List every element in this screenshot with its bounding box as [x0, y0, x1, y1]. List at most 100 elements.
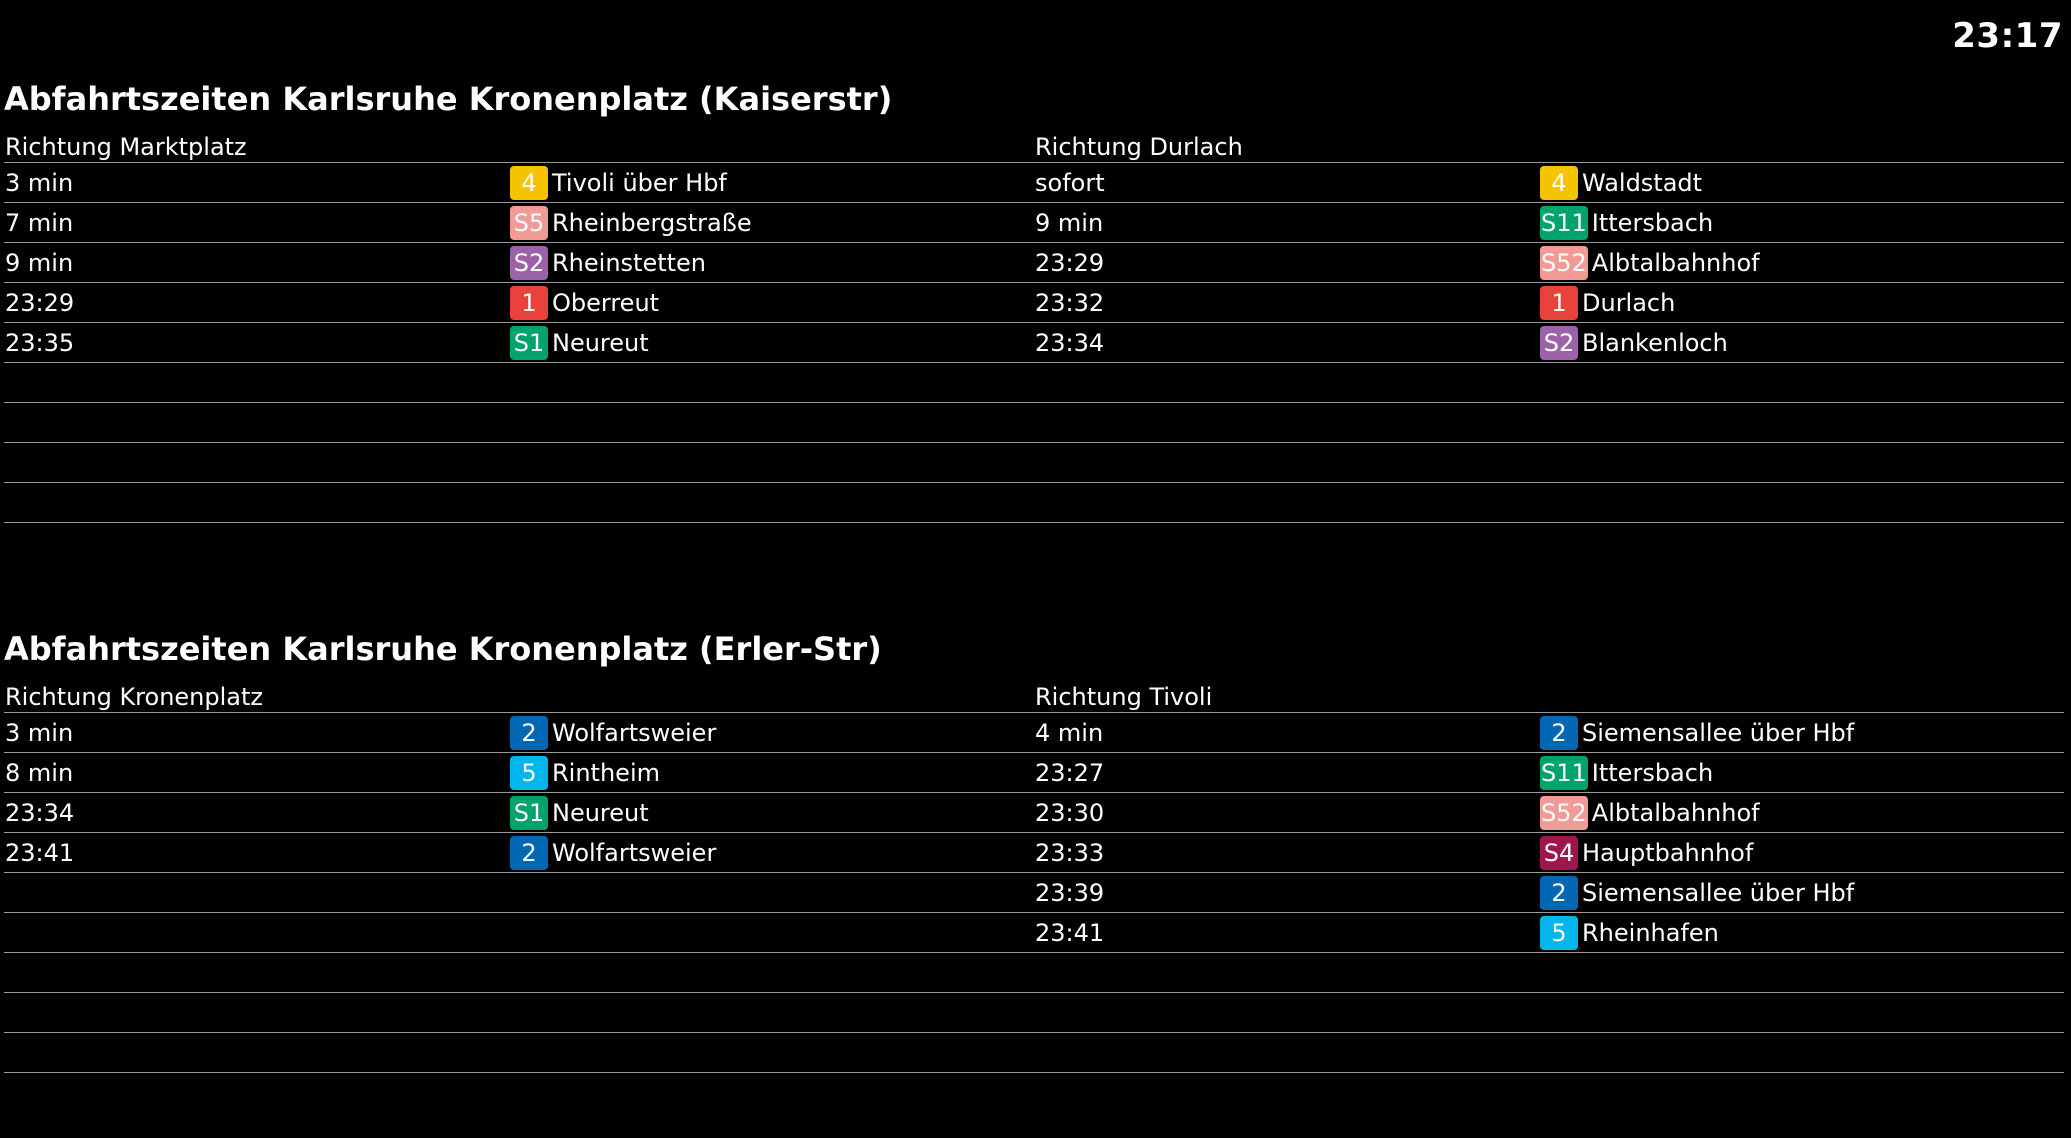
departure-row: 23:34 S1 Neureut: [4, 793, 1034, 833]
departure-list: sofort 4 Waldstadt 9 min S11 Ittersbach 23:29 S…: [1034, 163, 2064, 523]
clock: 23:17: [1952, 16, 2063, 56]
departure-row: 9 min S11 Ittersbach: [1034, 203, 2064, 243]
direction-kronenplatz: Richtung Kronenplatz 3 min 2 Wolfartsweier…: [4, 682, 1034, 1073]
departure-row: [1034, 403, 2064, 443]
direction-marktplatz: Richtung Marktplatz 3 min 4 Tivoli über Hb…: [4, 132, 1034, 523]
departure-time: 23:33: [1035, 838, 1105, 867]
line-badge: S2: [510, 245, 548, 280]
departure-row: [1034, 1033, 2064, 1073]
departure-destination: Siemensallee über Hbf: [1582, 718, 1855, 747]
departure-row: sofort 4 Waldstadt: [1034, 163, 2064, 203]
line-badge: S11: [1540, 205, 1588, 240]
departure-time: 23:34: [1035, 328, 1105, 357]
line-badge: 1: [510, 285, 548, 320]
departure-row: 23:41 5 Rheinhafen: [1034, 913, 2064, 953]
departure-destination: Rheinbergstraße: [552, 208, 752, 237]
departure-time: 9 min: [5, 248, 74, 277]
departure-destination: Neureut: [552, 328, 649, 357]
directions: Richtung Marktplatz 3 min 4 Tivoli über Hb…: [4, 132, 2064, 523]
departure-time: 8 min: [5, 758, 74, 787]
departure-destination: Durlach: [1582, 288, 1676, 317]
departure-time: 23:41: [1035, 918, 1105, 947]
direction-durlach: Richtung Durlach sofort 4 Waldstadt 9 min S1…: [1034, 132, 2064, 523]
line-badge: 1: [1540, 285, 1578, 320]
line-badge: 5: [1540, 915, 1578, 950]
departure-destination: Tivoli über Hbf: [552, 168, 727, 197]
direction-header: Richtung Kronenplatz: [4, 682, 1034, 713]
departure-row: 23:32 1 Durlach: [1034, 283, 2064, 323]
departure-destination: Neureut: [552, 798, 649, 827]
departure-time: 3 min: [5, 168, 74, 197]
departure-destination: Ittersbach: [1591, 758, 1714, 787]
departure-destination: Waldstadt: [1582, 168, 1703, 197]
departure-row: [4, 363, 1034, 403]
departure-row: 23:29 1 Oberreut: [4, 283, 1034, 323]
line-badge: 2: [510, 715, 548, 750]
departure-destination: Ittersbach: [1591, 208, 1714, 237]
departure-destination: Wolfartsweier: [552, 838, 717, 867]
station-board-erler-str: Abfahrtszeiten Karlsruhe Kronenplatz (Er…: [4, 624, 2064, 1073]
departure-list: 3 min 2 Wolfartsweier 8 min 5 Rintheim 23:34 S1…: [4, 713, 1034, 1073]
direction-header: Richtung Marktplatz: [4, 132, 1034, 163]
departure-row: 4 min 2 Siemensallee über Hbf: [1034, 713, 2064, 753]
departure-destination: Oberreut: [552, 288, 660, 317]
departure-time: 23:39: [1035, 878, 1105, 907]
departure-row: 23:33 S4 Hauptbahnhof: [1034, 833, 2064, 873]
departure-row: [4, 913, 1034, 953]
departure-row: 23:29 S52 Albtalbahnhof: [1034, 243, 2064, 283]
departure-time: sofort: [1035, 168, 1105, 197]
line-badge: 4: [510, 165, 548, 200]
line-badge: S1: [510, 325, 548, 360]
departure-row: 3 min 4 Tivoli über Hbf: [4, 163, 1034, 203]
departure-row: [1034, 443, 2064, 483]
departure-time: 23:27: [1035, 758, 1105, 787]
line-badge: S1: [510, 795, 548, 830]
line-badge: 2: [1540, 875, 1578, 910]
departure-destination: Albtalbahnhof: [1591, 248, 1760, 277]
departure-list: 4 min 2 Siemensallee über Hbf 23:27 S11 Itter…: [1034, 713, 2064, 1073]
line-badge: 5: [510, 755, 548, 790]
directions: Richtung Kronenplatz 3 min 2 Wolfartsweier…: [4, 682, 2064, 1073]
departure-row: [4, 1033, 1034, 1073]
departure-row: [1034, 993, 2064, 1033]
line-badge: 2: [510, 835, 548, 870]
line-badge: S4: [1540, 835, 1578, 870]
departure-row: 23:41 2 Wolfartsweier: [4, 833, 1034, 873]
line-badge: 4: [1540, 165, 1578, 200]
departure-row: [4, 443, 1034, 483]
departure-time: 9 min: [1035, 208, 1104, 237]
departure-row: 23:34 S2 Blankenloch: [1034, 323, 2064, 363]
departure-row: [4, 483, 1034, 523]
departure-row: [4, 403, 1034, 443]
station-title: Abfahrtszeiten Karlsruhe Kronenplatz (Er…: [4, 630, 882, 668]
departure-time: 23:35: [5, 328, 75, 357]
departure-destination: Rheinstetten: [552, 248, 707, 277]
departure-destination: Rintheim: [552, 758, 660, 787]
departure-time: 23:41: [5, 838, 75, 867]
departure-list: 3 min 4 Tivoli über Hbf 7 min S5 Rheinbergstr…: [4, 163, 1034, 523]
departure-row: [4, 873, 1034, 913]
departure-destination: Siemensallee über Hbf: [1582, 878, 1855, 907]
direction-tivoli: Richtung Tivoli 4 min 2 Siemensallee über …: [1034, 682, 2064, 1073]
departure-time: 7 min: [5, 208, 74, 237]
departure-destination: Blankenloch: [1582, 328, 1728, 357]
departure-row: [4, 993, 1034, 1033]
direction-header: Richtung Tivoli: [1034, 682, 2064, 713]
departure-time: 23:34: [5, 798, 75, 827]
departure-row: 7 min S5 Rheinbergstraße: [4, 203, 1034, 243]
line-badge: 2: [1540, 715, 1578, 750]
departure-destination: Albtalbahnhof: [1591, 798, 1760, 827]
direction-header: Richtung Durlach: [1034, 132, 2064, 163]
departure-row: 23:30 S52 Albtalbahnhof: [1034, 793, 2064, 833]
line-badge: S52: [1540, 795, 1588, 830]
departure-destination: Hauptbahnhof: [1582, 838, 1754, 867]
departure-row: 3 min 2 Wolfartsweier: [4, 713, 1034, 753]
departure-time: 4 min: [1035, 718, 1104, 747]
departure-row: [1034, 953, 2064, 993]
departure-time: 3 min: [5, 718, 74, 747]
departure-destination: Wolfartsweier: [552, 718, 717, 747]
station-board-kaiserstr: Abfahrtszeiten Karlsruhe Kronenplatz (Ka…: [4, 74, 2064, 523]
line-badge: S5: [510, 205, 548, 240]
departure-row: 8 min 5 Rintheim: [4, 753, 1034, 793]
line-badge: S11: [1540, 755, 1588, 790]
